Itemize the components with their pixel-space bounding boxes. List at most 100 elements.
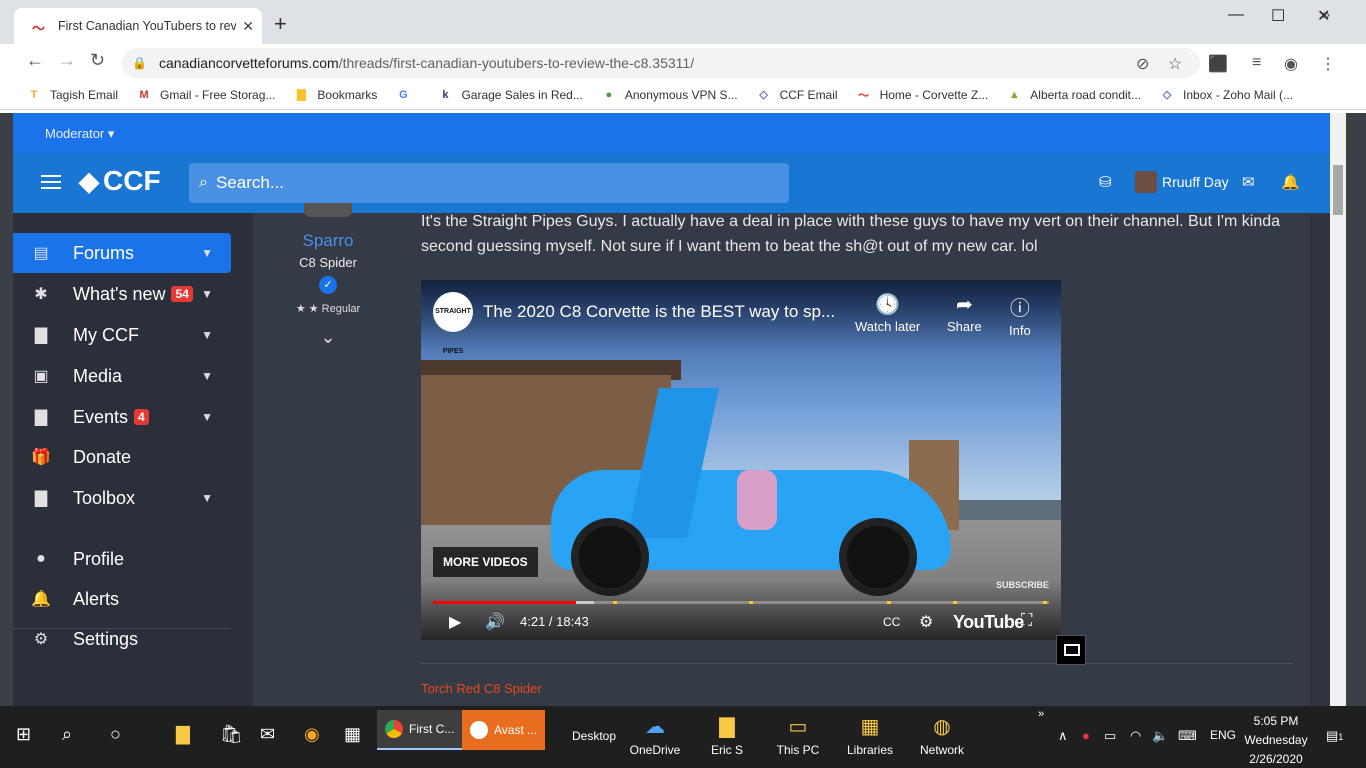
extension-icon[interactable]: ⬛ bbox=[1208, 54, 1228, 74]
keyboard-icon[interactable]: ⌨ bbox=[1178, 728, 1197, 744]
browser-tab[interactable]: 〜 First Canadian YouTubers to revie ✕ bbox=[14, 8, 262, 44]
coins-icon[interactable]: ⛁ bbox=[1099, 173, 1112, 191]
desktop-background-left bbox=[0, 113, 13, 706]
user-menu[interactable]: Rruuff Day bbox=[1135, 171, 1229, 193]
calendar-icon[interactable]: ▦ bbox=[344, 724, 361, 745]
file-explorer-icon[interactable]: ▇ bbox=[176, 724, 190, 745]
video-progress-bar[interactable] bbox=[433, 601, 1049, 604]
speaker-icon[interactable]: 🔈 bbox=[1152, 728, 1168, 744]
moderator-menu[interactable]: Moderator ▾ bbox=[45, 126, 114, 141]
chevron-down-icon[interactable]: ▼ bbox=[201, 328, 213, 342]
language-indicator[interactable]: ENG bbox=[1210, 728, 1236, 742]
address-bar[interactable]: 🔒 canadiancorvetteforums.com/threads/fir… bbox=[122, 48, 1200, 78]
store-icon[interactable]: 🛍 bbox=[220, 724, 243, 745]
mail-icon[interactable]: ✉ bbox=[260, 724, 275, 745]
cortana-icon[interactable]: ○ bbox=[110, 724, 121, 745]
taskbar-toolbar-eric-s[interactable]: ▇ Eric S bbox=[692, 714, 762, 757]
norton-icon[interactable]: ◉ bbox=[304, 724, 320, 745]
sidebar-item-settings[interactable]: ⚙ Settings bbox=[13, 619, 231, 659]
more-videos-button[interactable]: MORE VIDEOS bbox=[433, 547, 538, 577]
bookmark-item[interactable]: M Gmail - Free Storag... bbox=[136, 87, 275, 103]
author-expand-chevron-icon[interactable]: ⌄ bbox=[253, 327, 403, 348]
sidebar-item-my-ccf[interactable]: ▇ My CCF ▼ bbox=[13, 315, 231, 355]
taskbar-clock[interactable]: 5:05 PM Wednesday 2/26/2020 bbox=[1236, 712, 1316, 768]
captions-icon[interactable]: CC bbox=[883, 615, 900, 629]
tray-overflow-icon[interactable]: ∧ bbox=[1058, 728, 1068, 744]
toolbar-overflow-icon[interactable]: » bbox=[1038, 708, 1044, 720]
watch-later-button[interactable]: 🕓 Watch later bbox=[855, 292, 920, 334]
bookmark-item[interactable]: k Garage Sales in Red... bbox=[437, 87, 582, 103]
sidebar-item-events[interactable]: ▇ Events 4 ▼ bbox=[13, 397, 231, 437]
search-icon[interactable]: ⌕ bbox=[62, 724, 72, 745]
video-title[interactable]: The 2020 C8 Corvette is the BEST way to … bbox=[483, 302, 835, 322]
bookmark-item[interactable]: ▲ Alberta road condit... bbox=[1006, 87, 1141, 103]
sidebar-item-profile[interactable]: ● Profile bbox=[13, 539, 231, 579]
bookmark-item[interactable]: T Tagish Email bbox=[26, 87, 118, 103]
windows-start-icon[interactable]: ⊞ bbox=[16, 724, 31, 745]
bookmark-item[interactable]: ◇ CCF Email bbox=[756, 87, 837, 103]
signature-divider bbox=[421, 663, 1293, 664]
youtube-logo[interactable]: YouTube bbox=[953, 612, 1024, 633]
youtube-embed[interactable]: STRAIGHT PIPES The 2020 C8 Corvette is t… bbox=[421, 280, 1061, 640]
sidebar-item-alerts[interactable]: 🔔 Alerts bbox=[13, 579, 231, 619]
volume-icon[interactable]: 🔊 bbox=[485, 612, 505, 632]
sidebar-item-forums[interactable]: ▤ Forums ▼ bbox=[13, 233, 231, 273]
settings-gear-icon[interactable]: ⚙ bbox=[919, 612, 933, 632]
bookmark-star-icon[interactable]: ☆ bbox=[1168, 54, 1182, 74]
taskbar-toolbar-network[interactable]: ◍ Network bbox=[907, 714, 977, 757]
back-icon[interactable]: ← bbox=[26, 50, 44, 71]
chevron-down-icon[interactable]: ▼ bbox=[201, 287, 213, 301]
sidebar-item-media[interactable]: ▣ Media ▼ bbox=[13, 356, 231, 396]
battery-icon[interactable]: ▭ bbox=[1104, 728, 1116, 744]
tray-app-icon[interactable]: ● bbox=[1082, 728, 1090, 743]
bookmark-item[interactable]: 〜 Home - Corvette Z... bbox=[856, 87, 988, 103]
scrollbar-thumb[interactable] bbox=[1333, 165, 1343, 215]
bookmark-item[interactable]: G bbox=[395, 87, 419, 103]
subscribe-watermark[interactable]: SUBSCRIBE bbox=[996, 580, 1049, 590]
bookmark-item[interactable]: ◇ Inbox - Zoho Mail (... bbox=[1159, 87, 1293, 103]
menu-icon[interactable]: ⋮ bbox=[1320, 54, 1336, 74]
chevron-down-icon[interactable]: ▼ bbox=[201, 246, 213, 260]
channel-logo[interactable]: STRAIGHT PIPES bbox=[433, 292, 473, 355]
action-center-icon[interactable]: ▤1 bbox=[1326, 728, 1343, 744]
hamburger-menu-icon[interactable] bbox=[41, 175, 61, 189]
share-button[interactable]: ➦ Share bbox=[947, 292, 982, 334]
inbox-icon[interactable]: ✉ bbox=[1242, 173, 1255, 191]
post-author: Sparro C8 Spider ✓ ★ ★ Regular ⌄ bbox=[253, 203, 403, 348]
sidebar-item-donate[interactable]: 🎁 Donate bbox=[13, 437, 231, 477]
notifications-bell-icon[interactable]: 🔔 bbox=[1281, 173, 1300, 191]
author-name[interactable]: Sparro bbox=[253, 231, 403, 251]
bookmark-item[interactable]: ● Anonymous VPN S... bbox=[601, 87, 738, 103]
minimize-icon[interactable]: — bbox=[1228, 6, 1244, 24]
tracking-icon[interactable]: ⊘ bbox=[1136, 54, 1149, 74]
chevron-down-icon[interactable]: ▼ bbox=[201, 369, 213, 383]
author-avatar[interactable] bbox=[304, 203, 352, 217]
bookmarks-overflow-icon[interactable]: » bbox=[1322, 6, 1330, 22]
chevron-down-icon[interactable]: ▼ bbox=[201, 491, 213, 505]
fullscreen-icon[interactable]: ⛶ bbox=[1021, 612, 1032, 630]
bookmark-item[interactable]: ▇ Bookmarks bbox=[293, 87, 377, 103]
taskbar-chrome-button[interactable]: First C... bbox=[377, 710, 463, 750]
media-icon[interactable]: ≡ bbox=[1252, 54, 1261, 72]
reload-icon[interactable]: ↻ bbox=[90, 50, 105, 71]
page-scrollbar[interactable] bbox=[1330, 113, 1346, 706]
picture-in-picture-icon[interactable] bbox=[1056, 635, 1086, 665]
wifi-icon[interactable]: ◠ bbox=[1130, 728, 1141, 744]
taskbar-toolbar-onedrive[interactable]: ☁ OneDrive bbox=[620, 714, 690, 757]
taskbar-avast-button[interactable]: Avast ... bbox=[462, 710, 546, 750]
site-logo[interactable]: ◆ CCF bbox=[79, 165, 161, 197]
desktop-toolbar-label[interactable]: Desktop bbox=[572, 729, 616, 743]
play-icon[interactable]: ▶ bbox=[449, 612, 461, 632]
maximize-icon[interactable]: ☐ bbox=[1271, 6, 1285, 26]
chevron-down-icon[interactable]: ▼ bbox=[201, 410, 213, 424]
sidebar-item-what-s-new[interactable]: ✱ What's new 54 ▼ bbox=[13, 274, 231, 314]
tab-close-icon[interactable]: ✕ bbox=[242, 18, 254, 35]
taskbar-toolbar-libraries[interactable]: ▦ Libraries bbox=[835, 714, 905, 757]
profile-avatar-icon[interactable]: ◉ bbox=[1284, 54, 1298, 74]
forward-icon[interactable]: → bbox=[58, 50, 76, 71]
info-button[interactable]: ⓘ Info bbox=[1009, 292, 1031, 338]
new-tab-button[interactable]: + bbox=[274, 13, 287, 35]
taskbar-toolbar-this-pc[interactable]: ▭ This PC bbox=[763, 714, 833, 757]
search-input[interactable]: ⌕ Search... bbox=[189, 163, 789, 203]
sidebar-item-toolbox[interactable]: ▇ Toolbox ▼ bbox=[13, 478, 231, 518]
